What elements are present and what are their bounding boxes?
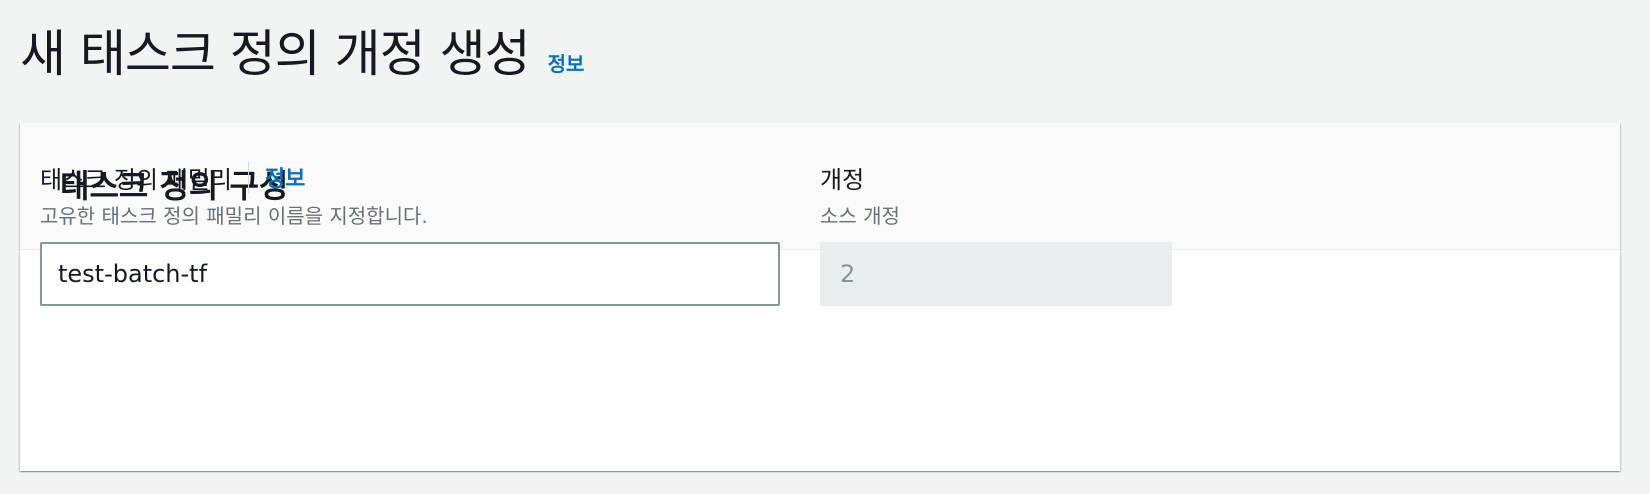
task-family-label: 태스크 정의 패밀리 xyxy=(40,165,232,194)
task-family-field: 태스크 정의 패밀리 정보 고유한 태스크 정의 패밀리 이름을 지정합니다. xyxy=(40,160,780,306)
page-title: 새 태스크 정의 개정 생성 xyxy=(20,25,531,83)
task-family-input[interactable] xyxy=(40,242,780,306)
revision-readonly-input: 2 xyxy=(820,242,1172,306)
task-family-description: 고유한 태스크 정의 패밀리 이름을 지정합니다. xyxy=(40,204,428,228)
page-info-link[interactable]: 정보 xyxy=(548,48,585,77)
task-family-label-row: 태스크 정의 패밀리 정보 xyxy=(40,160,780,194)
revision-field: 개정 소스 개정 2 xyxy=(820,160,1172,306)
revision-description: 소스 개정 xyxy=(820,204,900,228)
revision-label-row: 개정 xyxy=(820,160,1172,194)
revision-label: 개정 xyxy=(820,165,865,194)
label-divider xyxy=(247,161,249,193)
task-family-info-link[interactable]: 정보 xyxy=(265,161,305,193)
page-header: 새 태스크 정의 개정 생성 정보 xyxy=(20,14,584,86)
revision-value: 2 xyxy=(840,260,856,288)
